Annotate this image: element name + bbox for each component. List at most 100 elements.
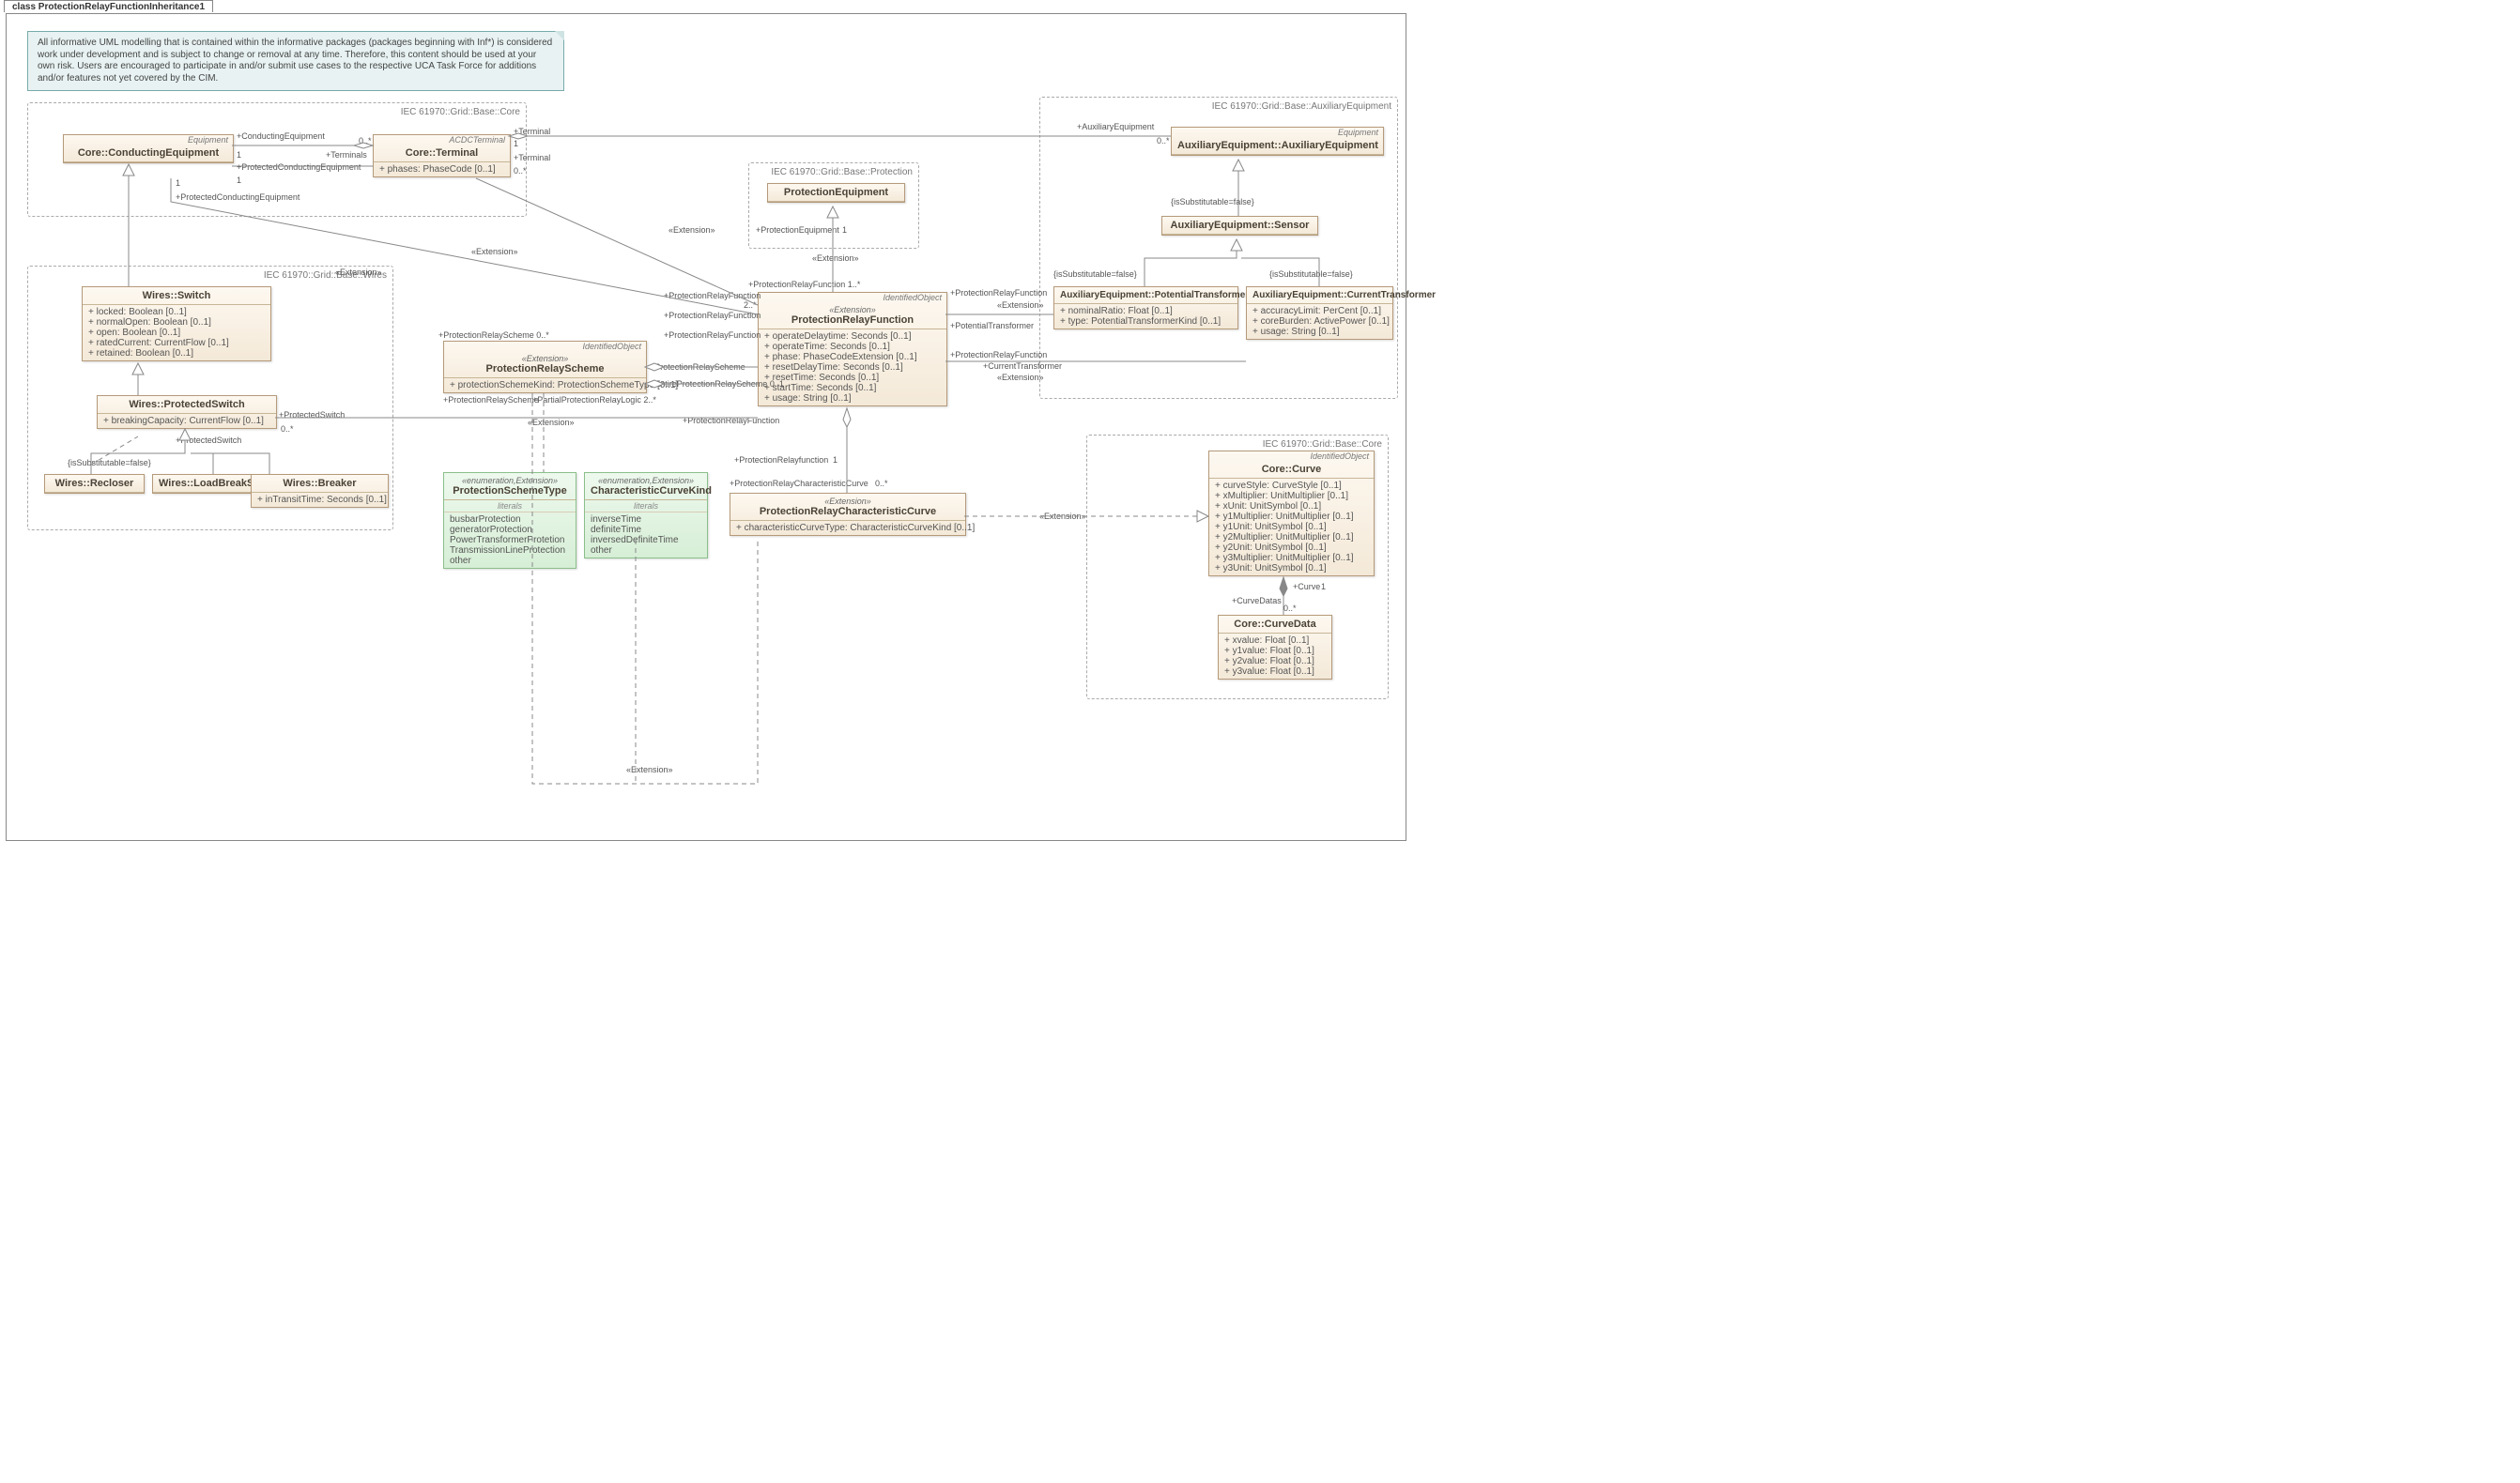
- attr: + resetDelayTime: Seconds [0..1]: [764, 362, 941, 373]
- attr: + curveStyle: CurveStyle [0..1]: [1215, 481, 1368, 491]
- class-protection-equipment[interactable]: ProtectionEquipment: [767, 183, 905, 203]
- class-name: Core::CurveData: [1224, 619, 1326, 630]
- attr: + y3value: Float [0..1]: [1224, 666, 1326, 677]
- class-sensor[interactable]: AuxiliaryEquipment::Sensor: [1161, 216, 1318, 236]
- class-name: ProtectionRelayScheme: [450, 363, 640, 375]
- class-protected-switch[interactable]: Wires::ProtectedSwitch + breakingCapacit…: [97, 395, 277, 429]
- enum-scheme-type[interactable]: «enumeration,Extension» ProtectionScheme…: [443, 472, 576, 569]
- class-name: Wires::Breaker: [257, 478, 382, 489]
- class-potential-transformer[interactable]: AuxiliaryEquipment::PotentialTransformer…: [1053, 286, 1238, 329]
- lbl: 1: [237, 176, 241, 185]
- lbl: +Curve: [1293, 582, 1320, 591]
- class-name: ProtectionSchemeType: [450, 485, 570, 497]
- class-name: CharacteristicCurveKind: [591, 485, 701, 497]
- class-curve[interactable]: IdentifiedObject Core::Curve + curveStyl…: [1208, 451, 1375, 576]
- role: ACDCTerminal: [374, 135, 510, 145]
- attr: + protectionSchemeKind: ProtectionScheme…: [450, 380, 640, 390]
- role: Equipment: [1172, 128, 1383, 137]
- attr: + usage: String [0..1]: [1252, 327, 1387, 337]
- attr: + normalOpen: Boolean [0..1]: [88, 317, 265, 328]
- attr: + open: Boolean [0..1]: [88, 328, 265, 338]
- lbl: «Extension»: [471, 247, 518, 256]
- class-name: Core::Curve: [1215, 464, 1368, 475]
- stereotype: «Extension»: [736, 497, 960, 506]
- class-name: Core::Terminal: [379, 147, 504, 159]
- lbl: +ProtectedConductingEquipment: [237, 162, 361, 172]
- lbl: {isSubstitutable=false}: [1269, 269, 1353, 279]
- literal: other: [450, 556, 570, 566]
- class-current-transformer[interactable]: AuxiliaryEquipment::CurrentTransformer +…: [1246, 286, 1393, 340]
- lbl: 1: [1321, 582, 1326, 591]
- lbl: 0..*: [281, 424, 294, 434]
- package-core2-label: IEC 61970::Grid::Base::Core: [1263, 439, 1382, 450]
- package-aux-label: IEC 61970::Grid::Base::AuxiliaryEquipmen…: [1212, 101, 1391, 112]
- attr: + phases: PhaseCode [0..1]: [379, 164, 504, 175]
- lbl: {isSubstitutable=false}: [1053, 269, 1137, 279]
- lbl: +ProtectionRelayFunction: [950, 288, 1047, 298]
- class-switch[interactable]: Wires::Switch + locked: Boolean [0..1] +…: [82, 286, 271, 361]
- class-curve-data[interactable]: Core::CurveData + xvalue: Float [0..1] +…: [1218, 615, 1332, 680]
- lbl: 0..*: [514, 166, 527, 176]
- class-name: ProtectionRelayCharacteristicCurve: [736, 506, 960, 517]
- literals-header: literals: [585, 500, 707, 512]
- package-protection: IEC 61970::Grid::Base::Protection: [748, 162, 919, 249]
- literals-header: literals: [444, 500, 576, 512]
- class-conducting-equipment[interactable]: Equipment Core::ConductingEquipment: [63, 134, 234, 163]
- class-aux-equipment[interactable]: Equipment AuxiliaryEquipment::AuxiliaryE…: [1171, 127, 1384, 156]
- lbl: 0..*: [359, 136, 372, 145]
- lbl: «Extension»: [997, 300, 1044, 310]
- lbl: +EntireProtectionRelayScheme 0..1: [650, 379, 784, 389]
- lbl: +ProtectionEquipment: [756, 225, 839, 235]
- lbl: 1: [842, 225, 847, 235]
- lbl: +ProtectionRelayCharacteristicCurve: [730, 479, 868, 488]
- lbl: «Extension»: [1039, 512, 1086, 521]
- attr: + type: PotentialTransformerKind [0..1]: [1060, 316, 1232, 327]
- lbl: +CurveDatas: [1232, 596, 1282, 605]
- enum-curve-kind[interactable]: «enumeration,Extension» CharacteristicCu…: [584, 472, 708, 558]
- role: IdentifiedObject: [444, 342, 646, 351]
- attr: + y1value: Float [0..1]: [1224, 646, 1326, 656]
- lbl: +ProtectionRelayFunction: [664, 330, 761, 340]
- attr: + characteristicCurveType: Characteristi…: [736, 523, 960, 533]
- class-relay-function[interactable]: IdentifiedObject «Extension» ProtectionR…: [758, 292, 947, 406]
- class-name: ProtectionRelayFunction: [764, 314, 941, 326]
- class-recloser[interactable]: Wires::Recloser: [44, 474, 145, 494]
- lbl: +AuxiliaryEquipment: [1077, 122, 1154, 131]
- class-name: Wires::ProtectedSwitch: [103, 399, 270, 410]
- class-name: Wires::Recloser: [51, 478, 138, 489]
- lbl: +ProtectionRelayFunction: [950, 350, 1047, 359]
- lbl: +Terminal: [514, 153, 550, 162]
- literal: TransmissionLineProtection: [450, 545, 570, 556]
- attr: + phase: PhaseCodeExtension [0..1]: [764, 352, 941, 362]
- lbl: 1: [833, 455, 837, 465]
- attr: + usage: String [0..1]: [764, 393, 941, 404]
- lbl: «Extension»: [812, 253, 859, 263]
- attr: + xvalue: Float [0..1]: [1224, 635, 1326, 646]
- attr: + accuracyLimit: PerCent [0..1]: [1252, 306, 1387, 316]
- lbl: +CurrentTransformer: [983, 361, 1062, 371]
- stereotype: «enumeration,Extension»: [450, 476, 570, 485]
- class-name: AuxiliaryEquipment::PotentialTransformer: [1060, 290, 1232, 300]
- attr: + coreBurden: ActivePower [0..1]: [1252, 316, 1387, 327]
- package-core-label: IEC 61970::Grid::Base::Core: [401, 107, 520, 117]
- lbl: +ProtectionRelayScheme 0..*: [438, 330, 549, 340]
- lbl: «Extension»: [528, 418, 575, 427]
- lbl: 0..*: [1157, 136, 1170, 145]
- role: IdentifiedObject: [1209, 451, 1374, 461]
- class-terminal[interactable]: ACDCTerminal Core::Terminal + phases: Ph…: [373, 134, 511, 177]
- diagram-canvas: All informative UML modelling that is co…: [6, 13, 1406, 841]
- lbl: +ConductingEquipment: [237, 131, 325, 141]
- attr: + xMultiplier: UnitMultiplier [0..1]: [1215, 491, 1368, 501]
- lbl: 1: [514, 139, 518, 148]
- class-relay-scheme[interactable]: IdentifiedObject «Extension» ProtectionR…: [443, 341, 647, 393]
- class-breaker[interactable]: Wires::Breaker + inTransitTime: Seconds …: [251, 474, 389, 508]
- lbl: «Extension»: [626, 765, 673, 774]
- class-char-curve[interactable]: «Extension» ProtectionRelayCharacteristi…: [730, 493, 966, 536]
- class-name: Core::ConductingEquipment: [69, 147, 227, 159]
- literal: busbarProtection: [450, 514, 570, 525]
- attr: + xUnit: UnitSymbol [0..1]: [1215, 501, 1368, 512]
- lbl: +ProtectionRelayScheme: [443, 395, 539, 405]
- lbl: 2..*: [744, 300, 757, 310]
- lbl: +ProtectionRelayFunction: [683, 416, 779, 425]
- lbl: «Extension»: [668, 225, 715, 235]
